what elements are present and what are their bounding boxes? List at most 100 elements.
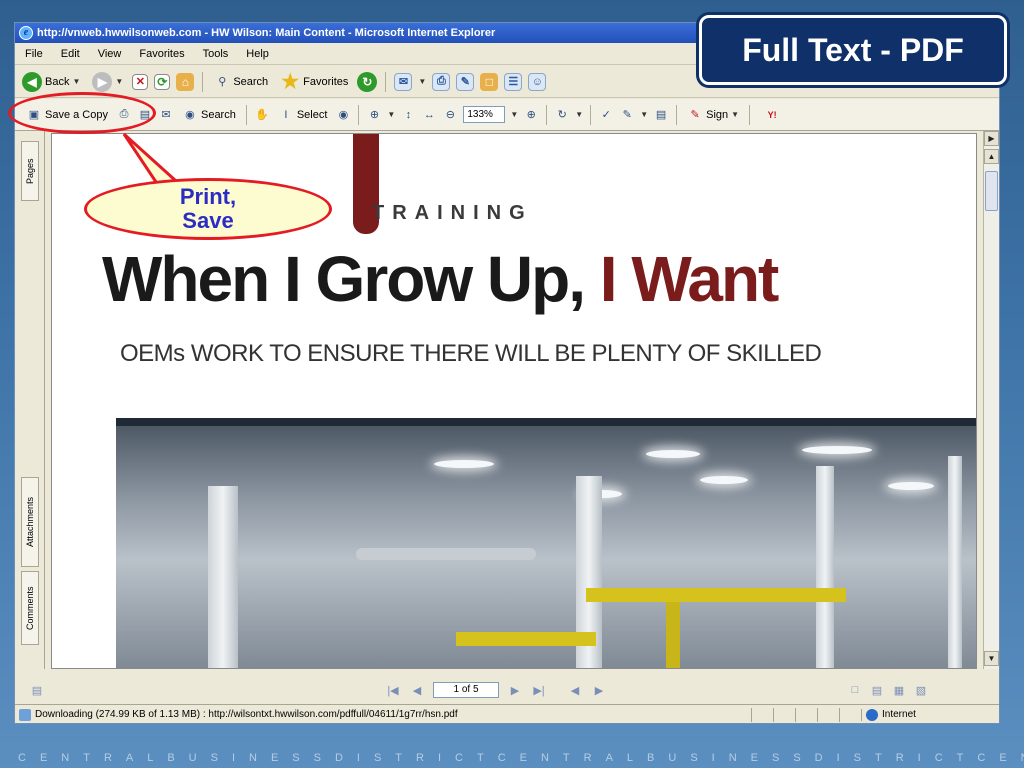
stamp-dropdown-icon[interactable]: ▼: [640, 110, 648, 119]
previous-view-icon[interactable]: ◀: [567, 682, 583, 698]
toolbar-separator: [676, 104, 678, 125]
menu-file[interactable]: File: [25, 48, 43, 60]
forward-button[interactable]: ▶ ▼: [89, 70, 126, 94]
menu-view[interactable]: View: [98, 48, 122, 60]
back-dropdown-icon[interactable]: ▼: [72, 77, 80, 86]
zoom-tool-dropdown-icon[interactable]: ▼: [387, 110, 395, 119]
continuous-icon[interactable]: ▤: [869, 682, 885, 698]
print-icon[interactable]: ⎙: [432, 72, 451, 91]
research-icon[interactable]: ☰: [504, 72, 523, 91]
menu-tools[interactable]: Tools: [203, 48, 229, 60]
pages-tab-label: Pages: [25, 158, 35, 184]
sign-dropdown-icon[interactable]: ▼: [731, 110, 739, 119]
article-kicker: TRAINING: [372, 202, 533, 224]
fit-page-icon[interactable]: ↕: [400, 107, 416, 123]
home-icon[interactable]: ⌂: [176, 72, 195, 91]
stop-icon[interactable]: ✕: [132, 73, 149, 90]
rotate-dropdown-icon[interactable]: ▼: [575, 110, 583, 119]
crane-arm: [456, 632, 596, 646]
callout-line-2: Save: [182, 208, 234, 233]
status-panel: [773, 707, 795, 722]
favorites-star-icon: ★: [281, 71, 300, 93]
toolbar-separator: [202, 71, 204, 92]
status-panel: [839, 707, 861, 722]
menu-help[interactable]: Help: [246, 48, 269, 60]
menu-edit[interactable]: Edit: [61, 48, 80, 60]
rotate-icon[interactable]: ↻: [554, 107, 570, 123]
page-number-field[interactable]: 1 of 5: [433, 682, 499, 698]
article-subheadline: OEMs WORK TO ENSURE THERE WILL BE PLENTY…: [120, 340, 822, 367]
factory-photo: [116, 418, 976, 668]
text-cursor-icon: I: [284, 108, 288, 121]
refresh-icon[interactable]: ⟳: [154, 73, 171, 90]
zoom-out-icon[interactable]: ⊖: [442, 107, 458, 123]
page-up-arrow-icon[interactable]: ▶: [984, 131, 999, 146]
email-pdf-icon[interactable]: ✉: [158, 107, 174, 123]
mail-dropdown-icon[interactable]: ▼: [418, 77, 426, 86]
favorites-button[interactable]: ★ Favorites: [277, 70, 351, 94]
stamp-icon[interactable]: ✎: [619, 107, 635, 123]
single-page-icon[interactable]: □: [847, 682, 863, 698]
spell-check-icon[interactable]: ✓: [598, 107, 614, 123]
window-title: http://vnweb.hwwilsonweb.com - HW Wilson…: [37, 27, 496, 39]
scroll-down-arrow-icon[interactable]: ▼: [984, 651, 999, 666]
select-tool-button[interactable]: I Select: [275, 103, 331, 127]
scrollbar-thumb[interactable]: [985, 171, 998, 211]
headline-accent: I Want: [599, 243, 780, 315]
edit-icon[interactable]: ✎: [456, 72, 475, 91]
print-save-callout: Print, Save: [84, 178, 332, 240]
options-icon[interactable]: ▤: [29, 682, 45, 698]
status-bar: Downloading (274.99 KB of 1.13 MB) : htt…: [15, 704, 999, 723]
pen-icon: ✎: [690, 109, 700, 121]
toolbar-separator: [546, 104, 548, 125]
comments-tab[interactable]: Comments: [21, 571, 39, 645]
hand-tool-icon[interactable]: ✋: [254, 107, 270, 123]
zoom-in-icon[interactable]: ⊕: [366, 107, 382, 123]
back-button[interactable]: ◀ Back ▼: [19, 70, 83, 94]
next-page-icon[interactable]: ▶: [507, 682, 523, 698]
search-button[interactable]: ⚲ Search: [211, 70, 271, 94]
facing-icon[interactable]: ▦: [891, 682, 907, 698]
next-view-icon[interactable]: ▶: [591, 682, 607, 698]
first-page-icon[interactable]: |◀: [385, 682, 401, 698]
vertical-scrollbar[interactable]: ▶ ▲ ▼: [983, 131, 999, 669]
building-pillar: [816, 466, 834, 668]
toolbar-separator: [590, 104, 592, 125]
binoculars-icon: ◉: [185, 109, 195, 121]
select-label: Select: [296, 108, 328, 121]
yahoo-toolbar-icon[interactable]: Y!: [757, 107, 787, 123]
folder-icon[interactable]: □: [480, 72, 499, 91]
back-arrow-icon: ◀: [22, 71, 42, 92]
pdf-search-button[interactable]: ◉ Search: [179, 103, 239, 127]
previous-page-icon[interactable]: ◀: [409, 682, 425, 698]
status-panel: [795, 707, 817, 722]
zoom-dropdown-icon[interactable]: ▼: [510, 110, 518, 119]
zone-label: Internet: [882, 709, 916, 720]
crane-arm: [586, 588, 846, 602]
messenger-icon[interactable]: ☺: [528, 72, 547, 91]
pdf-search-label: Search: [200, 108, 236, 121]
mail-icon[interactable]: ✉: [394, 72, 413, 91]
ceiling-light: [700, 476, 748, 484]
ie-search-label: Search: [233, 75, 269, 88]
pages-tab[interactable]: Pages: [21, 141, 39, 201]
snapshot-icon[interactable]: ◉: [335, 107, 351, 123]
zoom-in-plus-icon[interactable]: ⊕: [523, 107, 539, 123]
forward-dropdown-icon[interactable]: ▼: [115, 77, 123, 86]
sign-label: Sign: [706, 108, 729, 121]
review-icon[interactable]: ▤: [653, 107, 669, 123]
fit-width-icon[interactable]: ↔: [421, 107, 437, 123]
callout-line-1: Print,: [179, 184, 237, 209]
last-page-icon[interactable]: ▶|: [531, 682, 547, 698]
continuous-facing-icon[interactable]: ▧: [913, 682, 929, 698]
scroll-up-arrow-icon[interactable]: ▲: [984, 149, 999, 164]
attachments-tab[interactable]: Attachments: [21, 477, 39, 567]
article-headline: When I Grow Up, I Want: [102, 242, 780, 316]
sign-button[interactable]: ✎ Sign ▼: [684, 103, 742, 127]
page-loading-icon: [19, 708, 31, 721]
zoom-level-input[interactable]: [463, 106, 506, 123]
media-icon[interactable]: ↻: [357, 71, 378, 92]
menu-favorites[interactable]: Favorites: [139, 48, 184, 60]
building-pillar: [208, 486, 238, 668]
browser-window: e http://vnweb.hwwilsonweb.com - HW Wils…: [14, 22, 1000, 724]
